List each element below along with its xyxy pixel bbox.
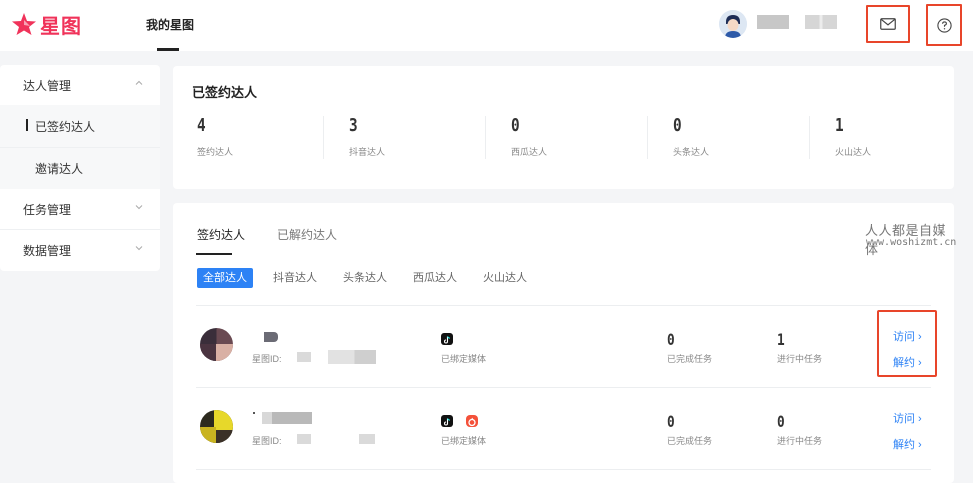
user-avatar-icon xyxy=(719,10,747,38)
top-bar: 星图 我的星图 xyxy=(0,0,973,51)
bound-media-label: 已绑定媒体 xyxy=(441,354,487,364)
ongoing-count: 1 xyxy=(777,330,785,349)
divider xyxy=(196,469,931,470)
talent-id-redacted xyxy=(359,434,375,444)
signed-talent-summary: 已签约达人 4 签约达人 3 抖音达人 0 西瓜达人 0 头条达人 1 火山达人 xyxy=(173,66,954,189)
talent-id-label: 星图ID: xyxy=(252,436,282,446)
tab-active-indicator xyxy=(196,253,232,255)
divider xyxy=(323,116,324,159)
stat-value: 0 xyxy=(673,115,682,136)
star-logo-icon xyxy=(12,13,36,35)
talent-id-label: 星图ID: xyxy=(252,354,282,364)
sidebar-item-label: 已签约达人 xyxy=(35,119,96,134)
sidebar-item-label: 达人管理 xyxy=(23,78,72,93)
table-row: 星图ID: 已绑定媒体 0 已完成任务 0 进行中任务 访问 › 解约 › xyxy=(173,388,954,470)
stat-value: 4 xyxy=(197,115,206,136)
mail-icon xyxy=(880,18,896,30)
messages-button[interactable] xyxy=(866,5,910,43)
terminate-link[interactable]: 解约 › xyxy=(893,436,922,452)
sidebar-item-label: 数据管理 xyxy=(23,243,72,258)
stat-value: 0 xyxy=(511,115,520,136)
stat-signed: 4 签约达人 xyxy=(197,115,233,165)
stat-label: 火山达人 xyxy=(835,147,872,157)
douyin-icon xyxy=(441,415,453,427)
sidebar-item-invite-talent[interactable]: 邀请达人 xyxy=(0,148,160,189)
talent-name-redacted xyxy=(253,412,255,414)
sidebar-item-talent-management[interactable]: 达人管理 xyxy=(0,65,160,105)
tab-signed[interactable]: 签约达人 xyxy=(197,226,245,243)
talent-id-redacted xyxy=(297,434,311,444)
stat-huoshan: 1 火山达人 xyxy=(835,115,871,165)
logo[interactable]: 星图 xyxy=(11,10,82,38)
table-row: 星图ID: 已绑定媒体 0 已完成任务 1 进行中任务 访问 › 解约 › xyxy=(173,306,954,388)
divider xyxy=(647,116,648,159)
completed-label: 已完成任务 xyxy=(667,436,713,446)
question-circle-icon xyxy=(936,17,952,33)
watermark-url: www.woshizmt.cn xyxy=(866,237,957,248)
user-avatar[interactable] xyxy=(719,10,747,38)
sidebar-active-indicator xyxy=(26,119,28,131)
ongoing-label: 进行中任务 xyxy=(777,354,823,364)
stat-label: 抖音达人 xyxy=(349,147,386,157)
username-redacted xyxy=(757,15,789,29)
visit-link[interactable]: 访问 › xyxy=(893,328,922,344)
filter-xigua[interactable]: 西瓜达人 xyxy=(413,268,457,288)
bound-media-label: 已绑定媒体 xyxy=(441,436,487,446)
terminate-link[interactable]: 解约 › xyxy=(893,354,922,370)
douyin-icon xyxy=(441,333,453,345)
filter-huoshan[interactable]: 火山达人 xyxy=(483,268,527,288)
talent-name-redacted xyxy=(264,332,278,342)
divider xyxy=(809,116,810,159)
sidebar: 达人管理 已签约达人 邀请达人 任务管理 数据管理 xyxy=(0,65,160,271)
stat-value: 3 xyxy=(349,115,358,136)
sidebar-item-label: 任务管理 xyxy=(23,202,72,217)
stat-label: 西瓜达人 xyxy=(511,147,548,157)
account-redacted xyxy=(805,15,837,29)
chevron-down-icon xyxy=(135,205,143,210)
talent-id-redacted xyxy=(297,352,311,362)
filter-all[interactable]: 全部达人 xyxy=(197,268,253,288)
sidebar-item-signed-talent[interactable]: 已签约达人 xyxy=(0,105,160,147)
nav-my-xingtu[interactable]: 我的星图 xyxy=(146,16,194,33)
stat-label: 头条达人 xyxy=(673,147,710,157)
ongoing-count: 0 xyxy=(777,412,785,431)
ongoing-label: 进行中任务 xyxy=(777,436,823,446)
logo-text: 星图 xyxy=(40,15,82,38)
stat-xigua: 0 西瓜达人 xyxy=(511,115,547,165)
stat-toutiao: 0 头条达人 xyxy=(673,115,709,165)
stat-label: 签约达人 xyxy=(197,147,234,157)
completed-label: 已完成任务 xyxy=(667,354,713,364)
talent-name-redacted xyxy=(262,412,312,424)
sidebar-item-label: 邀请达人 xyxy=(35,162,84,176)
stat-douyin: 3 抖音达人 xyxy=(349,115,385,165)
avatar[interactable] xyxy=(200,328,233,361)
avatar[interactable] xyxy=(200,410,233,443)
chevron-down-icon xyxy=(135,246,143,251)
talent-id-redacted xyxy=(328,350,376,364)
filter-douyin[interactable]: 抖音达人 xyxy=(273,268,317,288)
page-title: 已签约达人 xyxy=(192,85,258,100)
tab-terminated[interactable]: 已解约达人 xyxy=(277,226,337,243)
talent-list-panel: 签约达人 已解约达人 人人都是自媒体 www.woshizmt.cn 全部达人 … xyxy=(173,203,957,483)
huoshan-icon xyxy=(466,415,478,427)
filter-toutiao[interactable]: 头条达人 xyxy=(343,268,387,288)
sidebar-item-data-management[interactable]: 数据管理 xyxy=(0,230,160,270)
completed-count: 0 xyxy=(667,412,675,431)
completed-count: 0 xyxy=(667,330,675,349)
stat-value: 1 xyxy=(835,115,844,136)
chevron-up-icon xyxy=(135,80,143,85)
divider xyxy=(485,116,486,159)
help-button[interactable] xyxy=(926,4,962,46)
sidebar-item-task-management[interactable]: 任务管理 xyxy=(0,189,160,229)
visit-link[interactable]: 访问 › xyxy=(893,410,922,426)
nav-active-indicator xyxy=(157,48,179,51)
